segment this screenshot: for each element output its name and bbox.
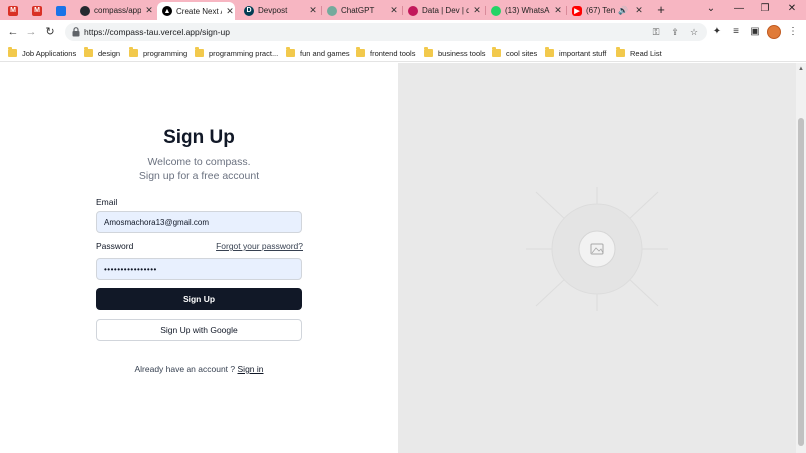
bookmarks-bar: Job Applications design programming prog…	[0, 44, 806, 62]
gmail-icon: M	[8, 5, 18, 16]
sign-up-button[interactable]: Sign Up	[96, 288, 302, 310]
bookmark-folder[interactable]: Read List	[616, 47, 662, 59]
close-icon[interactable]: ✕	[308, 5, 318, 16]
tab-create-next-app[interactable]: ▲ Create Next A ✕	[157, 2, 235, 20]
github-icon	[80, 5, 90, 16]
extensions-icon[interactable]: ✦	[710, 25, 724, 39]
image-placeholder-panel	[398, 63, 796, 453]
close-icon[interactable]: ✕	[225, 6, 235, 17]
tab-search-icon[interactable]: ⌄	[704, 2, 718, 16]
scroll-up-icon[interactable]: ▲	[796, 65, 806, 73]
restore-icon[interactable]: ❐	[758, 2, 772, 16]
folder-icon	[286, 47, 295, 57]
folder-icon	[129, 47, 138, 57]
folder-icon	[84, 47, 93, 57]
bookmark-star-icon[interactable]: ☆	[688, 26, 700, 38]
signup-subtitle: Sign up for a free account	[138, 170, 260, 182]
gmail-icon: M	[32, 5, 42, 16]
folder-icon	[492, 47, 501, 57]
bookmark-folder[interactable]: business tools	[424, 47, 486, 59]
lock-icon	[72, 27, 80, 37]
tab-gmail-1[interactable]: M	[8, 2, 28, 19]
tab-label: compass/app	[94, 6, 141, 15]
email-field[interactable]	[96, 211, 302, 233]
new-tab-button[interactable]: +	[654, 3, 668, 17]
close-icon[interactable]: ✕	[389, 5, 399, 16]
bookmark-folder[interactable]: frontend tools	[356, 47, 415, 59]
key-icon[interactable]: ⚿	[650, 26, 662, 38]
profile-avatar[interactable]	[767, 25, 781, 39]
close-icon[interactable]: ✕	[553, 5, 563, 16]
page-scrollbar[interactable]: ▲	[796, 63, 806, 453]
back-icon[interactable]: ←	[6, 25, 20, 39]
page-viewport: Sign Up Welcome to compass. Sign up for …	[0, 63, 806, 453]
tab-label: ChatGPT	[341, 6, 375, 15]
folder-icon	[545, 47, 554, 57]
tab-gmail-2[interactable]: M	[32, 2, 52, 19]
signup-panel: Sign Up Welcome to compass. Sign up for …	[0, 63, 398, 453]
folder-icon	[616, 47, 625, 57]
sign-in-link[interactable]: Sign in	[238, 364, 264, 374]
reload-icon[interactable]: ↻	[43, 25, 57, 39]
url-text[interactable]: https://compass-tau.vercel.app/sign-up	[84, 27, 230, 37]
folder-icon	[195, 47, 204, 57]
close-icon[interactable]: ✕	[634, 5, 644, 16]
menu-kebab-icon[interactable]: ⋮	[786, 25, 800, 39]
tab-label: Create Next A	[176, 6, 222, 16]
bookmark-folder[interactable]: design	[84, 47, 120, 59]
chatgpt-icon	[327, 5, 337, 16]
tab-chatgpt[interactable]: ChatGPT ✕	[327, 2, 399, 19]
tab-calendar[interactable]	[56, 2, 76, 19]
email-label: Email	[96, 197, 118, 207]
tab-devpost[interactable]: D Devpost ✕	[244, 2, 318, 19]
tab-label: (67) Ten	[586, 6, 616, 15]
share-icon[interactable]: ⇪	[669, 26, 681, 38]
signin-prompt-text: Already have an account ?	[134, 364, 236, 374]
image-placeholder-icon	[526, 187, 668, 311]
folder-icon	[424, 47, 433, 57]
bookmark-folder[interactable]: Job Applications	[8, 47, 76, 59]
bookmark-folder[interactable]: programming pract...	[195, 47, 278, 59]
tab-strip: M M compass/app ✕ ▲ Create Next A ✕ D De…	[0, 0, 806, 20]
minimize-icon[interactable]: —	[732, 2, 746, 16]
vercel-icon: ▲	[162, 6, 172, 16]
window-close-icon[interactable]: ✕	[785, 2, 799, 16]
whatsapp-icon	[491, 5, 501, 16]
folder-icon	[356, 47, 365, 57]
page-title: Sign Up	[163, 127, 235, 148]
tab-label: Data | Dev | d	[422, 6, 469, 15]
calendar-icon	[56, 5, 66, 16]
media-queue-icon[interactable]: ≡	[729, 25, 743, 39]
youtube-icon: ▶	[572, 5, 582, 16]
tab-youtube[interactable]: ▶ (67) Ten 🔊 ✕	[572, 2, 644, 19]
address-bar[interactable]: https://compass-tau.vercel.app/sign-up ⚿…	[65, 23, 707, 41]
tab-label: (13) WhatsAp	[505, 6, 550, 15]
arc-icon	[408, 5, 418, 16]
scroll-thumb[interactable]	[798, 118, 804, 446]
signin-prompt: Already have an account ? Sign in	[0, 364, 398, 374]
tab-label: Devpost	[258, 6, 288, 15]
tab-whatsapp[interactable]: (13) WhatsAp ✕	[491, 2, 563, 19]
password-field[interactable]	[96, 258, 302, 280]
speaker-icon[interactable]: 🔊	[618, 6, 628, 15]
welcome-text: Welcome to compass.	[147, 156, 251, 168]
side-panel-icon[interactable]: ▣	[748, 25, 762, 39]
google-sign-up-button[interactable]: Sign Up with Google	[96, 319, 302, 341]
forgot-password-link[interactable]: Forgot your password?	[213, 241, 303, 251]
devpost-icon: D	[244, 5, 254, 16]
bookmark-folder[interactable]: important stuff	[545, 47, 606, 59]
close-icon[interactable]: ✕	[144, 5, 154, 16]
bookmark-folder[interactable]: cool sites	[492, 47, 537, 59]
folder-icon	[8, 47, 17, 57]
close-icon[interactable]: ✕	[472, 5, 482, 16]
browser-toolbar: ← → ↻ https://compass-tau.vercel.app/sig…	[0, 20, 806, 44]
bookmark-folder[interactable]: programming	[129, 47, 187, 59]
tab-github[interactable]: compass/app ✕	[80, 2, 154, 19]
forward-icon[interactable]: →	[24, 25, 38, 39]
bookmark-folder[interactable]: fun and games	[286, 47, 350, 59]
password-label: Password	[96, 241, 134, 251]
tab-data-dev[interactable]: Data | Dev | d ✕	[408, 2, 482, 19]
